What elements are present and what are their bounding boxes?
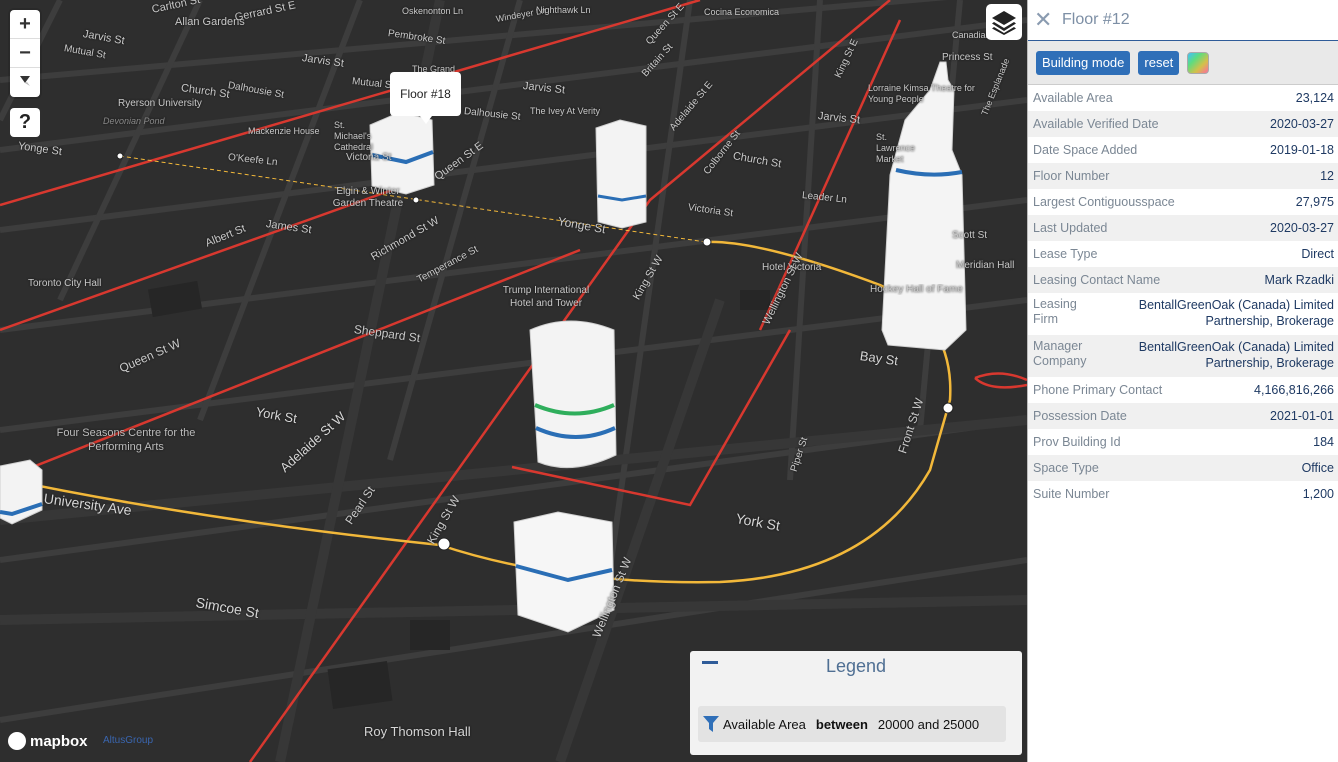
row-key: Leasing Firm bbox=[1033, 297, 1077, 326]
mapbox-wordmark: mapbox bbox=[30, 732, 88, 750]
map-canvas[interactable]: Carlton St Allan Gardens Gerrard St E Os… bbox=[0, 0, 1027, 762]
legend-title: Legend bbox=[825, 656, 887, 676]
table-row: Leasing Contact Name Mark Rzadki bbox=[1028, 267, 1338, 293]
row-value: 2020-03-27 bbox=[1270, 117, 1334, 131]
row-value: 23,124 bbox=[1295, 91, 1334, 105]
legend-filter-row[interactable]: Available Area between 20000 and 25000 bbox=[698, 706, 1006, 742]
table-row: Space Type Office bbox=[1028, 455, 1338, 481]
poi-label: The Ivey At Verity bbox=[530, 106, 601, 116]
row-value: BentallGreenOak (Canada) Limited Partner… bbox=[1138, 298, 1334, 328]
row-value: Office bbox=[1301, 461, 1334, 475]
row-key: Suite Number bbox=[1033, 487, 1110, 501]
row-key: Space Type bbox=[1033, 461, 1099, 475]
poi-label: Meridian Hall bbox=[956, 260, 1015, 271]
row-value: 27,975 bbox=[1295, 195, 1334, 209]
table-row: Last Updated 2020-03-27 bbox=[1028, 215, 1338, 241]
row-key: Floor Number bbox=[1033, 169, 1110, 183]
details-panel: ✕ Floor #12 Building mode reset Availabl… bbox=[1027, 0, 1338, 762]
poi-label: Devonian Pond bbox=[103, 116, 165, 126]
floor-popup: Floor #18 bbox=[390, 72, 461, 124]
layers-icon bbox=[992, 11, 1016, 35]
row-key: Leasing Contact Name bbox=[1033, 273, 1161, 287]
street-label: Scott St bbox=[952, 230, 988, 241]
table-row: Leasing Firm BentallGreenOak (Canada) Lim… bbox=[1028, 293, 1338, 335]
table-row: Lease Type Direct bbox=[1028, 241, 1338, 267]
mapbox-logo-icon bbox=[8, 732, 26, 750]
table-row: Prov Building Id 184 bbox=[1028, 429, 1338, 455]
table-row: Phone Primary Contact 4,166,816,266 bbox=[1028, 377, 1338, 403]
map-navigation-control: + − bbox=[10, 10, 40, 97]
row-value: 2020-03-27 bbox=[1270, 221, 1334, 235]
row-key: Largest Contiguousspace bbox=[1033, 195, 1175, 209]
color-scheme-icon[interactable] bbox=[1187, 51, 1210, 74]
panel-header: ✕ Floor #12 bbox=[1028, 0, 1338, 41]
table-row: Manager Company BentallGreenOak (Canada) … bbox=[1028, 335, 1338, 377]
table-row: Floor Number 12 bbox=[1028, 163, 1338, 189]
row-value: 4,166,816,266 bbox=[1254, 383, 1334, 397]
poi-label: Trump International Hotel and Tower bbox=[502, 285, 590, 309]
row-value: 2019-01-18 bbox=[1270, 143, 1334, 157]
poi-label: Four Seasons Centre for the Performing A… bbox=[56, 427, 196, 453]
row-value: 184 bbox=[1313, 435, 1334, 449]
building-3d-b bbox=[595, 119, 647, 229]
poi-label: Toronto City Hall bbox=[28, 278, 102, 289]
building-mode-button[interactable]: Building mode bbox=[1036, 50, 1131, 75]
street-label: Canadian bbox=[952, 30, 991, 40]
close-icon[interactable]: ✕ bbox=[1034, 7, 1052, 33]
street-label: Princess St bbox=[942, 52, 993, 63]
poi-label: St. Michael's Cathedral bbox=[334, 120, 374, 152]
row-key: Manager Company bbox=[1033, 339, 1087, 368]
compass-icon bbox=[20, 76, 30, 86]
help-button[interactable]: ? bbox=[10, 108, 40, 137]
filter-icon bbox=[703, 716, 719, 732]
row-value: BentallGreenOak (Canada) Limited Partner… bbox=[1138, 340, 1334, 370]
row-key: Available Verified Date bbox=[1033, 117, 1159, 131]
row-key: Lease Type bbox=[1033, 247, 1098, 261]
table-row: Available Area 23,124 bbox=[1028, 85, 1338, 111]
row-value: 1,200 bbox=[1302, 487, 1334, 501]
row-value: 12 bbox=[1320, 169, 1334, 183]
popup-label: Floor #18 bbox=[400, 87, 451, 101]
poi-label: Hockey Hall of Fame bbox=[870, 284, 963, 295]
row-key: Date Space Added bbox=[1033, 143, 1138, 157]
poi-label: Cocina Economica bbox=[704, 7, 780, 17]
street-label: Oskenonton Ln bbox=[402, 6, 464, 16]
row-value: Mark Rzadki bbox=[1264, 273, 1334, 287]
table-row: Largest Contiguousspace 27,975 bbox=[1028, 189, 1338, 215]
layers-button[interactable] bbox=[986, 4, 1022, 40]
row-key: Possession Date bbox=[1033, 409, 1127, 423]
row-key: Available Area bbox=[1033, 91, 1113, 105]
legend-panel: Legend Available Area between 20000 and … bbox=[690, 651, 1022, 755]
compass-button[interactable] bbox=[10, 68, 40, 97]
reset-button[interactable]: reset bbox=[1138, 50, 1180, 75]
mapbox-logo[interactable]: mapbox bbox=[8, 732, 88, 750]
table-row: Available Verified Date 2020-03-27 bbox=[1028, 111, 1338, 137]
poi-label: St. Lawrence Market bbox=[876, 132, 916, 164]
street-label: Nighthawk Ln bbox=[536, 5, 591, 15]
row-key: Prov Building Id bbox=[1033, 435, 1121, 449]
poi-label: Roy Thomson Hall bbox=[364, 724, 471, 739]
attribute-table: Available Area 23,124 Available Verified … bbox=[1028, 85, 1338, 507]
poi-label: Ryerson University bbox=[118, 98, 202, 109]
panel-toolbar: Building mode reset bbox=[1028, 41, 1338, 85]
table-row: Suite Number 1,200 bbox=[1028, 481, 1338, 507]
street-label: Victoria St bbox=[346, 152, 392, 163]
row-key: Phone Primary Contact bbox=[1033, 383, 1163, 397]
row-value: 2021-01-01 bbox=[1270, 409, 1334, 423]
filter-field: Available Area bbox=[723, 716, 806, 732]
table-row: Date Space Added 2019-01-18 bbox=[1028, 137, 1338, 163]
altus-group-logo: AltusGroup bbox=[103, 735, 154, 746]
row-value: Direct bbox=[1301, 247, 1334, 261]
zoom-in-button[interactable]: + bbox=[10, 10, 40, 39]
filter-value: 20000 and 25000 bbox=[877, 716, 980, 732]
zoom-out-button[interactable]: − bbox=[10, 39, 40, 68]
poi-label: Mackenzie House bbox=[248, 126, 320, 136]
poi-label: Lorraine Kimsa Theatre for Young People bbox=[868, 83, 975, 104]
row-key: Last Updated bbox=[1033, 221, 1108, 235]
building-3d-c bbox=[529, 320, 617, 469]
panel-title: Floor #12 bbox=[1062, 11, 1130, 28]
poi-label: Elgin & Winter Garden Theatre bbox=[332, 186, 404, 209]
table-row: Possession Date 2021-01-01 bbox=[1028, 403, 1338, 429]
filter-operator: between bbox=[815, 716, 868, 732]
